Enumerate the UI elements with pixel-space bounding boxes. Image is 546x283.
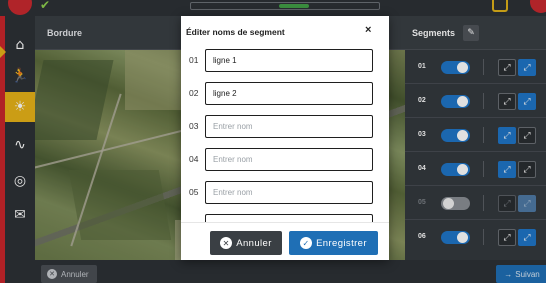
segment-name-input[interactable] (205, 115, 373, 138)
segment-name-row: 01 (181, 49, 389, 72)
segment-name-row: 05 (181, 181, 389, 204)
segment-name-number: 05 (189, 187, 199, 197)
segment-name-row: 03 (181, 115, 389, 138)
segment-name-number: 02 (189, 88, 199, 98)
segment-name-input[interactable] (205, 49, 373, 72)
segment-name-row: 02 (181, 82, 389, 105)
segment-name-number: 01 (189, 55, 199, 65)
app-root: ✔ ⌂ 🏃 ☀ ∿ ◎ ✉ Bordure ✕ Annuler → Suivan (0, 0, 546, 283)
check-icon: ✓ (300, 237, 313, 249)
save-button[interactable]: ✓ Enregistrer (289, 231, 378, 255)
segment-name-number: 03 (189, 121, 199, 131)
segment-name-input[interactable] (205, 181, 373, 204)
close-icon[interactable]: × (365, 24, 371, 36)
segment-name-input[interactable] (205, 82, 373, 105)
segment-name-row: 04 (181, 148, 389, 171)
segment-name-input[interactable] (205, 148, 373, 171)
cancel-button[interactable]: ✕ Annuler (210, 231, 282, 255)
save-label: Enregistrer (316, 237, 367, 249)
cancel-label: Annuler (236, 237, 272, 249)
segment-name-number: 04 (189, 154, 199, 164)
dialog-title: Éditer noms de segment (186, 27, 285, 37)
cancel-x-icon: ✕ (220, 237, 233, 249)
edit-segment-names-dialog: Éditer noms de segment × 01 02 03 04 05 … (181, 16, 389, 260)
dialog-footer: ✕ Annuler ✓ Enregistrer (181, 222, 389, 260)
